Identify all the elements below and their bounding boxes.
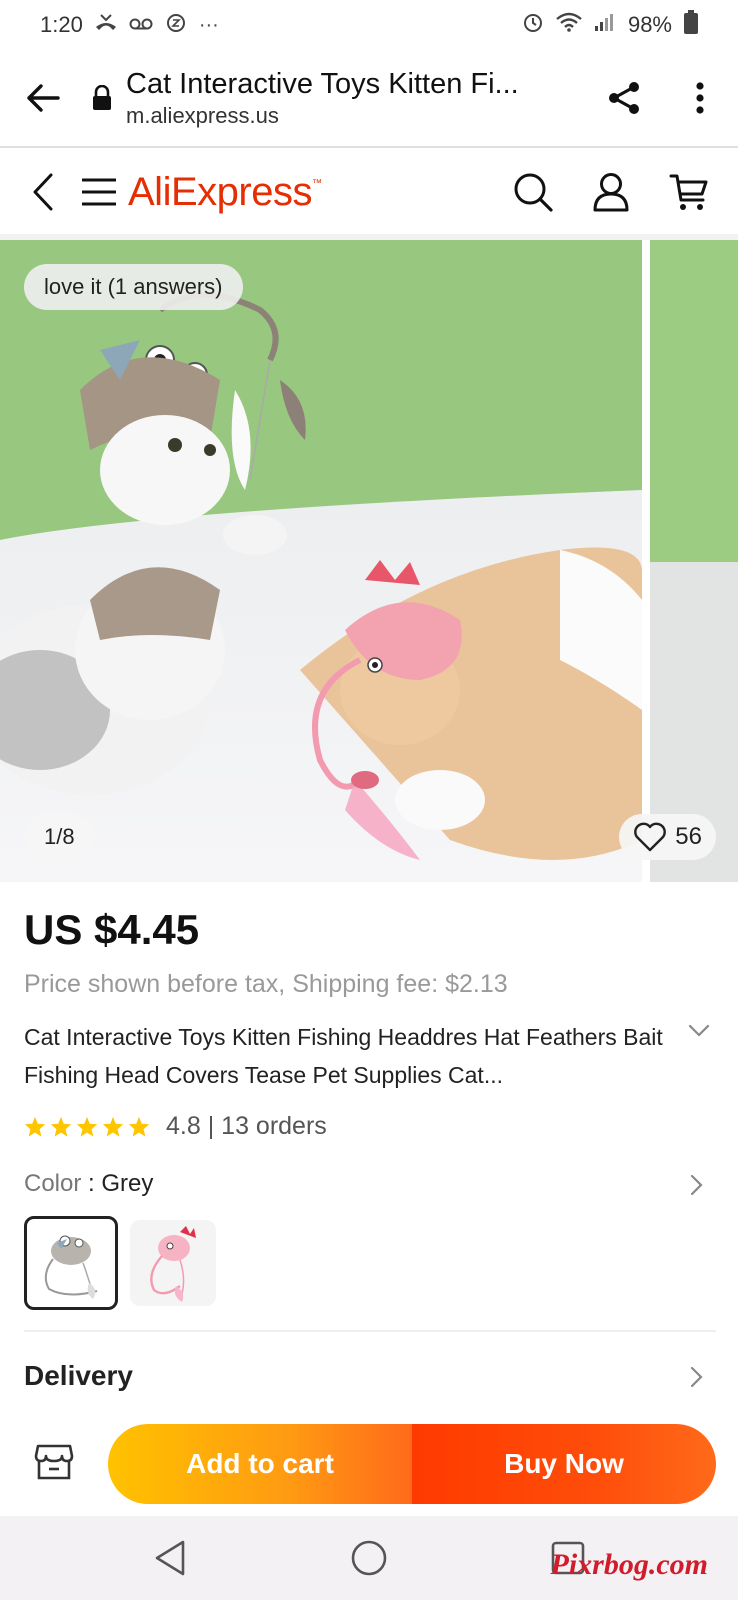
alarm-icon [522, 11, 544, 39]
image-counter: 1/8 [24, 814, 95, 860]
status-left: 1:20 ··· [40, 11, 219, 39]
tax-shipping-note: Price shown before tax, Shipping fee: $2… [24, 970, 508, 998]
heart-icon [634, 822, 667, 852]
qa-badge[interactable]: love it (1 answers) [24, 264, 243, 310]
share-icon [609, 82, 639, 114]
color-label: Color [24, 1170, 82, 1197]
product-title[interactable]: Cat Interactive Toys Kitten Fishing Head… [24, 1018, 664, 1094]
nav-back-button[interactable] [140, 1528, 200, 1588]
search-icon [514, 173, 553, 212]
wishlist-count: 56 [675, 823, 702, 850]
chevron-right-icon [690, 1366, 703, 1388]
more-notifications-icon: ··· [198, 13, 219, 36]
rating-value: 4.8 | 13 orders [166, 1112, 327, 1141]
color-selector-label[interactable]: Color : Grey [24, 1170, 153, 1198]
product-image[interactable]: love it (1 answers) 1/8 [0, 240, 642, 882]
back-icon [33, 173, 53, 211]
product-price: US $4.45 [24, 906, 200, 953]
share-button[interactable] [586, 49, 662, 147]
rating-separator: | [207, 1112, 215, 1140]
missed-call-icon [95, 13, 117, 37]
watermark: Pixrbog.com [550, 1548, 709, 1581]
battery-percent: 98% [627, 12, 672, 37]
nav-home-button[interactable] [339, 1528, 399, 1588]
menu-button[interactable] [76, 177, 122, 207]
rating-row[interactable]: 4.8 | 13 orders [24, 1112, 327, 1141]
trademark-mark: ™ [311, 177, 322, 189]
search-button[interactable] [508, 167, 558, 217]
color-value: Grey [101, 1170, 154, 1197]
page-title: Cat Interactive Toys Kitten Fi... [126, 67, 519, 100]
address-bar[interactable]: Cat Interactive Toys Kitten Fi... m.alie… [126, 68, 586, 129]
site-back-button[interactable] [0, 173, 70, 211]
signal-icon [594, 12, 616, 38]
star-icon [50, 1116, 72, 1137]
cart-button[interactable] [664, 167, 714, 217]
star-icon [24, 1116, 46, 1137]
star-icon [76, 1116, 98, 1137]
color-options-button[interactable] [690, 1174, 704, 1201]
star-icon [102, 1116, 124, 1137]
chevron-right-icon [690, 1174, 703, 1196]
store-button[interactable] [34, 1442, 78, 1486]
site-header: AliExpress™ [0, 150, 738, 234]
color-colon: : [81, 1170, 102, 1197]
page-url: m.aliexpress.us [126, 102, 279, 128]
delivery-section[interactable]: Delivery [24, 1360, 133, 1392]
add-to-cart-button[interactable]: Add to cart [108, 1424, 412, 1504]
next-product-image[interactable] [650, 240, 738, 882]
arrow-left-icon [27, 84, 60, 112]
chevron-down-icon [688, 1024, 710, 1037]
more-vertical-icon [696, 82, 704, 114]
delivery-details-button[interactable] [690, 1366, 704, 1393]
status-time: 1:20 [40, 12, 83, 37]
lock-icon[interactable] [86, 85, 118, 111]
buy-now-button[interactable]: Buy Now [412, 1424, 716, 1504]
order-count: 13 orders [221, 1112, 327, 1140]
browser-toolbar: Cat Interactive Toys Kitten Fi... m.alie… [0, 50, 738, 148]
aliexpress-logo[interactable]: AliExpress™ [128, 169, 322, 215]
purchase-bar: Add to cart Buy Now [0, 1412, 738, 1516]
color-swatch-grey[interactable] [24, 1216, 118, 1310]
rating-score: 4.8 [166, 1112, 201, 1140]
menu-icon [82, 178, 116, 206]
account-button[interactable] [586, 167, 636, 217]
alarm-snooze-icon [165, 11, 187, 39]
wishlist-button[interactable]: 56 [619, 814, 716, 860]
store-icon [34, 1444, 74, 1480]
circle-home-icon [351, 1540, 387, 1576]
status-bar: 1:20 ··· 98% [0, 0, 738, 50]
expand-title-button[interactable] [688, 1024, 710, 1043]
wifi-icon [556, 12, 582, 38]
account-icon [593, 173, 629, 212]
section-divider [24, 1330, 716, 1332]
browser-back-button[interactable] [0, 49, 86, 147]
star-icon [128, 1116, 150, 1137]
battery-icon [684, 10, 698, 40]
logo-text: AliExpress [128, 169, 312, 214]
browser-menu-button[interactable] [662, 49, 738, 147]
header-actions [508, 167, 738, 217]
product-gallery[interactable]: love it (1 answers) 1/8 56 [0, 240, 738, 882]
triangle-back-icon [155, 1540, 184, 1576]
voicemail-icon [129, 14, 153, 37]
status-right: 98% [522, 10, 698, 40]
cart-icon [669, 174, 708, 210]
color-swatch-pink[interactable] [130, 1220, 216, 1306]
